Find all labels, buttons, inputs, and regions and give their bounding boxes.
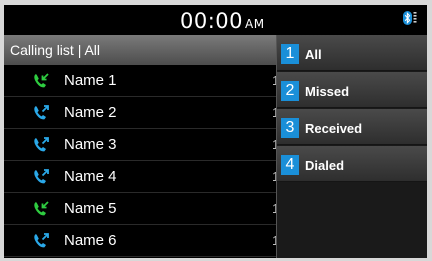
contact-name: Name 3 [64, 136, 117, 153]
contact-name: Name 2 [64, 104, 117, 121]
status-bar: 00:00 AM [4, 5, 427, 35]
filter-label: Missed [305, 84, 350, 99]
contact-name: Name 1 [64, 72, 117, 89]
bluetooth-icon [403, 11, 417, 25]
clock: 00:00 AM [180, 8, 265, 34]
filter-label: Dialed [305, 158, 345, 173]
filter-menu: 1 All 2 Missed 3 Received 4 Dialed [276, 35, 427, 258]
filter-number: 2 [281, 81, 299, 101]
phone-incoming-icon [34, 201, 49, 216]
clock-time: 00:00 [180, 9, 244, 33]
filter-item-received[interactable]: 3 Received [277, 109, 427, 145]
device-frame: 00:00AM Calling list | All Name 1 1 [0, 0, 432, 261]
contact-name: Name 6 [64, 232, 117, 249]
filter-label: Received [305, 121, 363, 136]
phone-outgoing-icon [34, 169, 49, 184]
phone-outgoing-icon [34, 137, 49, 152]
contact-name: Name 5 [64, 200, 117, 217]
filter-number: 1 [281, 44, 299, 64]
phone-outgoing-icon [34, 105, 49, 120]
screen: 00:00AM Calling list | All Name 1 1 [4, 5, 427, 258]
filter-item-dialed[interactable]: 4 Dialed [277, 146, 427, 182]
contact-name: Name 4 [64, 168, 117, 185]
filter-number: 3 [281, 118, 299, 138]
filter-number: 4 [281, 155, 299, 175]
filter-menu-empty-area [277, 183, 427, 258]
phone-incoming-icon [34, 73, 49, 88]
clock-ampm: AM [245, 17, 265, 31]
page-title: Calling list | All [10, 42, 101, 58]
filter-label: All [305, 47, 322, 62]
filter-item-all[interactable]: 1 All [277, 35, 427, 71]
phone-outgoing-icon [34, 233, 49, 248]
filter-item-missed[interactable]: 2 Missed [277, 72, 427, 108]
